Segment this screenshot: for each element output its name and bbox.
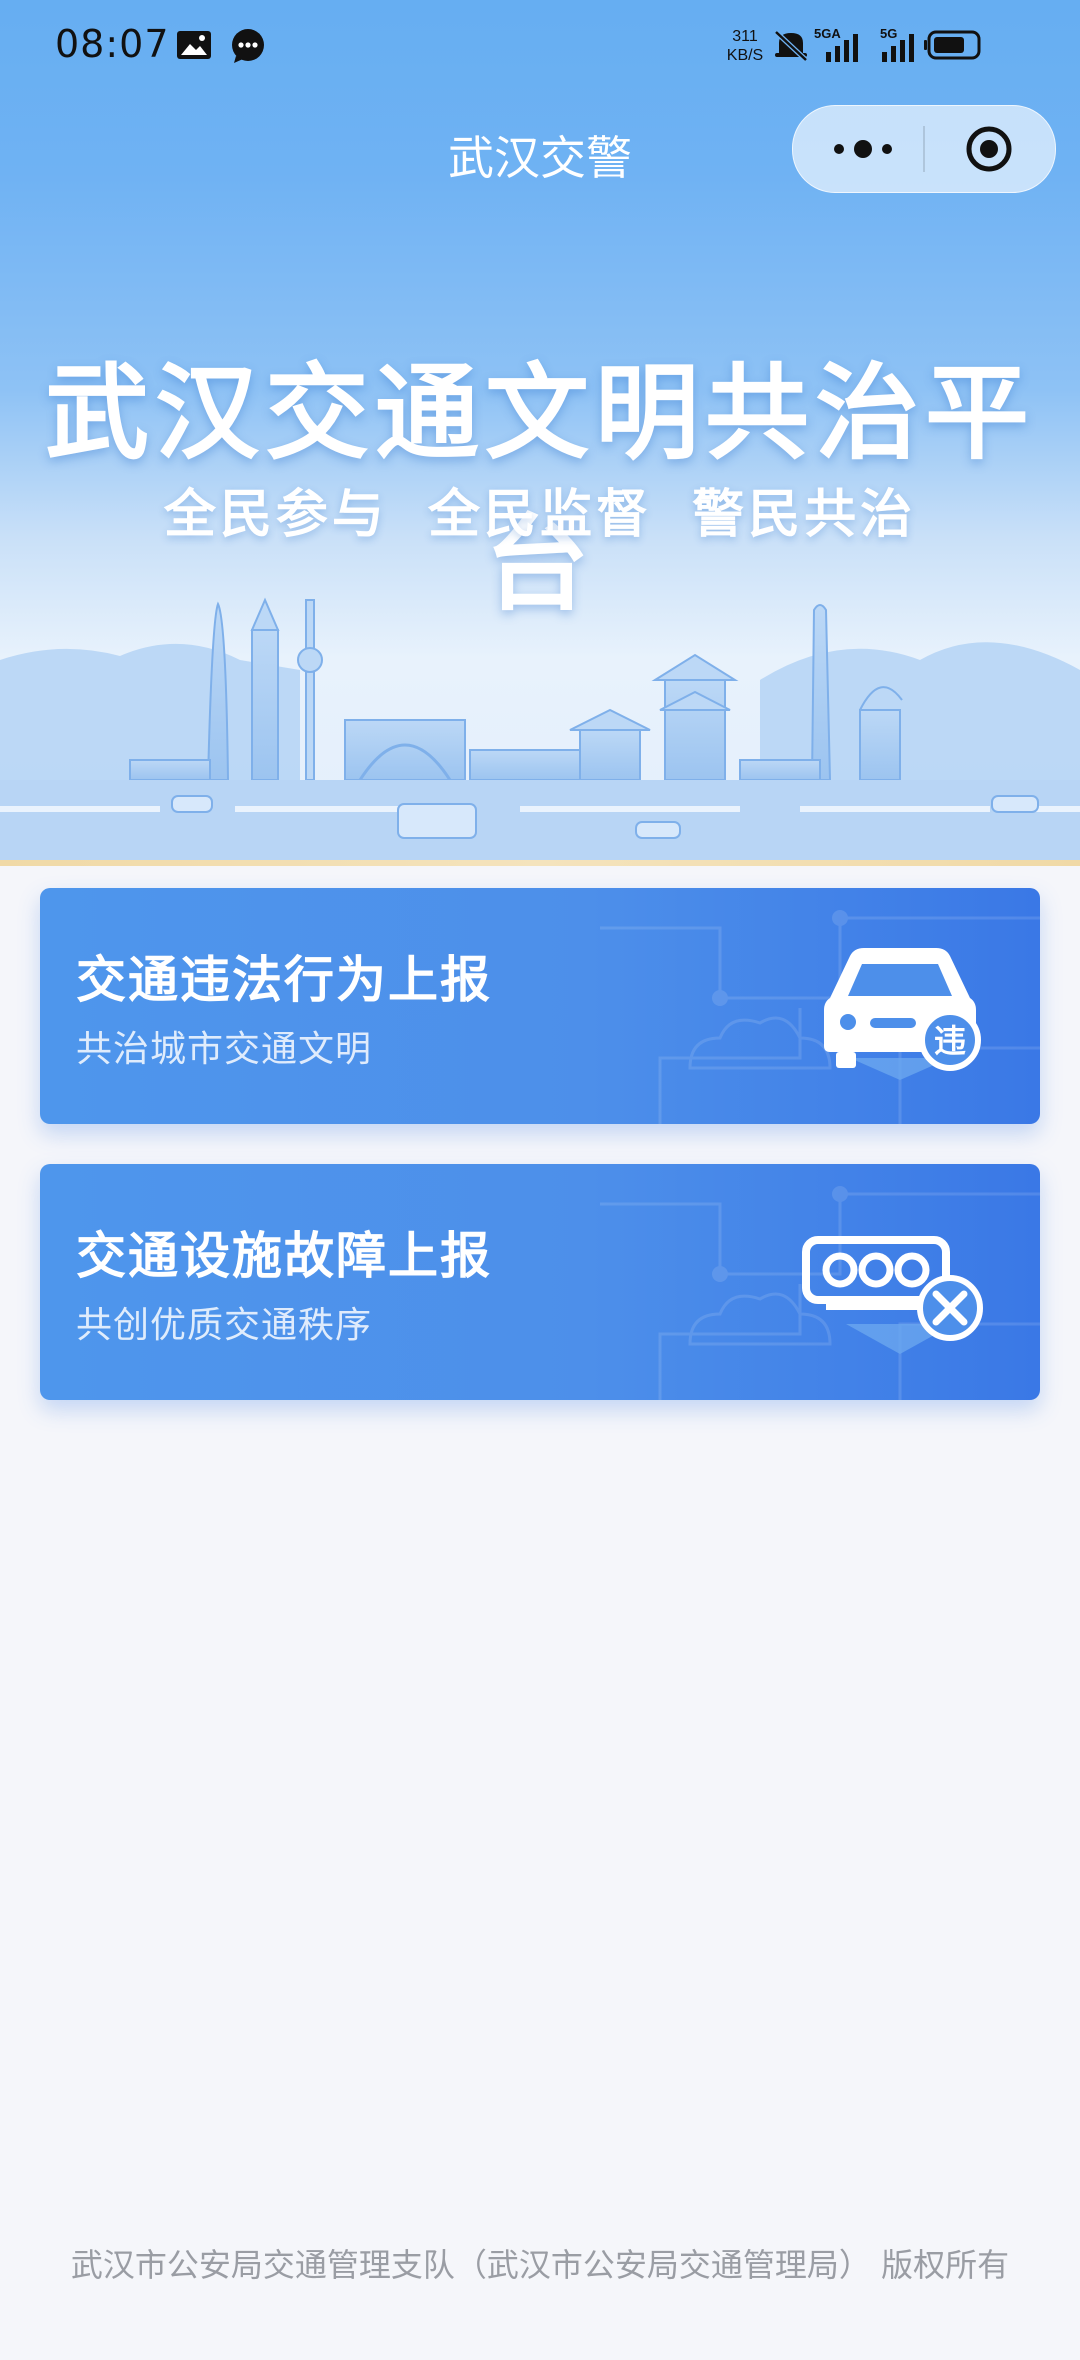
hero-subtitle: 全民参与 全民监督 警民共治	[163, 485, 917, 545]
hero-bottom-strip	[0, 860, 1080, 866]
car-violation-icon: 违	[824, 948, 981, 1080]
traffic-violation-report-card[interactable]: 交通违法行为上报 共治城市交通文明 违	[40, 888, 1040, 1124]
svg-text:5G: 5G	[880, 26, 897, 41]
close-target-icon[interactable]	[965, 125, 1013, 173]
svg-text:5GA: 5GA	[814, 26, 841, 41]
gallery-icon	[177, 31, 211, 59]
svg-text:违: 违	[934, 1022, 966, 1060]
capsule-divider	[923, 126, 925, 172]
mini-program-capsule	[792, 105, 1056, 193]
network-speed: 311 KB/S	[727, 28, 763, 64]
svg-text:311: 311	[732, 28, 758, 45]
card-title: 交通设施故障上报	[76, 1227, 492, 1285]
status-time: 08:07	[55, 22, 170, 66]
hero-banner: 08:07 311 KB/S 5GA 5G 武汉交警 武汉交通文明共治平台 全民…	[0, 0, 1080, 866]
more-icon[interactable]	[823, 136, 903, 162]
traffic-light-repair-icon	[802, 1236, 983, 1354]
message-icon	[232, 29, 264, 63]
signal-icon-2: 5G	[880, 26, 914, 62]
status-bar: 08:07 311 KB/S 5GA 5G	[0, 0, 1080, 90]
card-subtitle: 共创优质交通秩序	[76, 1305, 373, 1346]
traffic-facility-fault-report-card[interactable]: 交通设施故障上报 共创优质交通秩序	[40, 1164, 1040, 1400]
card-subtitle: 共治城市交通文明	[76, 1029, 373, 1070]
mute-icon	[774, 30, 808, 62]
signal-icon: 5GA	[814, 26, 858, 62]
copyright-footer: 武汉市公安局交通管理支队（武汉市公安局交通管理局） 版权所有	[70, 2246, 1010, 2284]
card-title: 交通违法行为上报	[76, 951, 492, 1009]
city-skyline-illustration	[0, 597, 1080, 860]
svg-text:KB/S: KB/S	[727, 47, 763, 64]
battery-icon	[924, 30, 981, 60]
status-right: 311 KB/S 5GA 5G	[720, 0, 1080, 90]
